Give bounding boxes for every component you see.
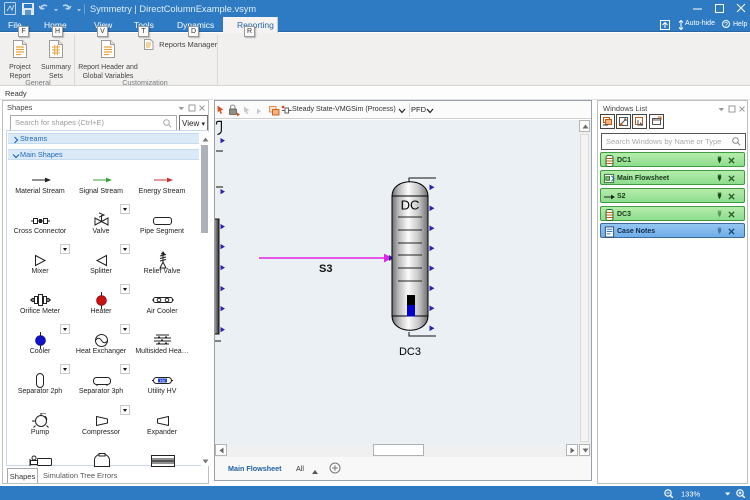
- svg-text:DC3: DC3: [399, 346, 421, 358]
- svg-text:S3: S3: [319, 263, 332, 275]
- svg-text:HV: HV: [160, 378, 166, 383]
- svg-text:DC: DC: [401, 198, 420, 213]
- svg-text:133%: 133%: [681, 490, 701, 499]
